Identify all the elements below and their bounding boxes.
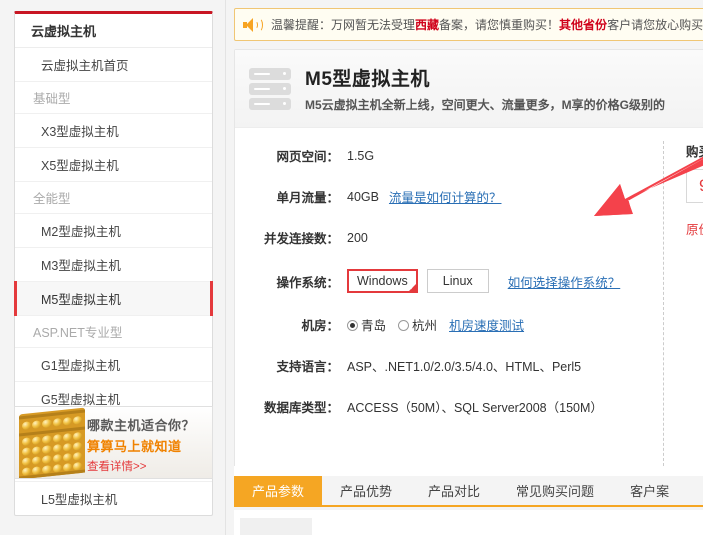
page-root: 云虚拟主机 云虚拟主机首页基础型X3型虚拟主机X5型虚拟主机全能型M2型虚拟主机… <box>0 0 703 535</box>
content-placeholder-chip <box>240 518 312 535</box>
notice-middle: 备案，请您慎重购买！ <box>439 18 559 32</box>
sidebar-group-label: ASP.NET专业型 <box>15 316 212 348</box>
sidebar-item-2[interactable]: X3型虚拟主机 <box>15 114 212 148</box>
room-speed-test-link[interactable]: 机房速度测试 <box>449 315 524 334</box>
os-label: 操作系统： <box>253 272 339 291</box>
os-option-linux[interactable]: Linux <box>427 269 489 293</box>
sidebar-title: 云虚拟主机 <box>15 14 212 48</box>
notice-suffix: 客户请您放心购买 <box>607 18 703 32</box>
price-value: 98 <box>699 176 703 196</box>
promo-text: 哪款主机适合你？ 算算马上就知道 查看详情>> <box>87 415 208 474</box>
tab-4[interactable]: 客户案 <box>612 476 687 505</box>
spec-label: 网页空间： <box>253 146 339 165</box>
sidebar-item-6[interactable]: M3型虚拟主机 <box>15 248 212 282</box>
spec-value: 1.5G <box>347 149 374 163</box>
spec-help-link[interactable]: 流量是如何计算的？ <box>389 187 502 206</box>
spec-label: 并发连接数： <box>253 228 339 247</box>
os-help-link[interactable]: 如何选择操作系统？ <box>508 272 621 291</box>
database-value: ACCESS（50M）、SQL Server2008（150M） <box>347 397 603 416</box>
notice-bar: 温馨提醒：万网暂无法受理西藏备案，请您慎重购买！其他省份客户请您放心购买 <box>234 8 703 41</box>
sidebar: 云虚拟主机 云虚拟主机首页基础型X3型虚拟主机X5型虚拟主机全能型M2型虚拟主机… <box>0 0 226 535</box>
promo-banner[interactable]: 哪款主机适合你？ 算算马上就知道 查看详情>> <box>14 406 213 479</box>
product-header: M5型虚拟主机 M5云虚拟主机全新上线，空间更大、流量更多，M享的价格G级别的 <box>235 50 703 128</box>
price-input[interactable]: 98 <box>686 169 703 203</box>
speaker-icon <box>243 18 261 32</box>
tab-3[interactable]: 常见购买问题 <box>498 476 612 505</box>
product-titles: M5型虚拟主机 M5云虚拟主机全新上线，空间更大、流量更多，M享的价格G级别的 <box>305 64 665 113</box>
server-icon <box>249 66 291 112</box>
tab-bar: 产品参数产品优势产品对比常见购买问题客户案 <box>234 476 703 507</box>
spec-value: 40GB <box>347 190 379 204</box>
sidebar-group-label: 全能型 <box>15 182 212 214</box>
spec-row: 单月流量： 40GB 流量是如何计算的？ <box>235 187 703 206</box>
purchase-price-label: 购买价 <box>686 141 703 160</box>
room-label: 机房： <box>253 315 339 334</box>
purchase-panel: 购买价 98 原价 <box>663 141 703 471</box>
sidebar-item-5[interactable]: M2型虚拟主机 <box>15 214 212 248</box>
abacus-icon <box>19 408 85 479</box>
product-subtitle: M5云虚拟主机全新上线，空间更大、流量更多，M享的价格G级别的 <box>305 96 665 113</box>
tab-0[interactable]: 产品参数 <box>234 476 322 505</box>
language-row: 支持语言： ASP、.NET1.0/2.0/3.5/4.0、HTML、Perl5 <box>235 356 703 375</box>
os-row: 操作系统： Windows ✓ Linux 如何选择操作系统？ <box>235 269 703 293</box>
room-option-hangzhou[interactable]: 杭州 <box>398 315 437 334</box>
promo-line-1: 哪款主机适合你？ <box>87 415 208 434</box>
notice-prefix: 温馨提醒：万网暂无法受理 <box>271 18 415 32</box>
product-card: M5型虚拟主机 M5云虚拟主机全新上线，空间更大、流量更多，M享的价格G级别的 … <box>234 49 703 469</box>
language-label: 支持语言： <box>253 356 339 375</box>
tab-1[interactable]: 产品优势 <box>322 476 410 505</box>
notice-text: 温馨提醒：万网暂无法受理西藏备案，请您慎重购买！其他省份客户请您放心购买 <box>271 16 703 33</box>
notice-highlight-tibet: 西藏 <box>415 18 439 32</box>
sidebar-item-3[interactable]: X5型虚拟主机 <box>15 148 212 182</box>
spec-label: 单月流量： <box>253 187 339 206</box>
sidebar-item-0[interactable]: 云虚拟主机首页 <box>15 48 212 82</box>
sidebar-group-label: 基础型 <box>15 82 212 114</box>
spec-row-list: 网页空间： 1.5G 单月流量： 40GB 流量是如何计算的？ 并发连接数： 200 <box>235 146 703 247</box>
language-value: ASP、.NET1.0/2.0/3.5/4.0、HTML、Perl5 <box>347 356 581 375</box>
radio-icon-hangzhou[interactable] <box>398 320 409 331</box>
product-specs: 网页空间： 1.5G 单月流量： 40GB 流量是如何计算的？ 并发连接数： 200 操作系… <box>235 128 703 448</box>
check-icon: ✓ <box>409 284 416 292</box>
database-label: 数据库类型： <box>253 397 339 416</box>
room-option-hangzhou-label: 杭州 <box>412 319 437 333</box>
original-price-label: 原价 <box>686 219 703 238</box>
os-option-windows-label: Windows <box>357 274 408 288</box>
sidebar-item-7[interactable]: M5型虚拟主机 <box>15 282 212 316</box>
sidebar-item-13[interactable]: L5型虚拟主机 <box>15 482 212 515</box>
promo-detail-link[interactable]: 查看详情>> <box>87 458 208 474</box>
room-option-qingdao[interactable]: 青岛 <box>347 315 386 334</box>
sidebar-item-9[interactable]: G1型虚拟主机 <box>15 348 212 382</box>
spec-row: 网页空间： 1.5G <box>235 146 703 165</box>
radio-icon-qingdao[interactable] <box>347 320 358 331</box>
tab-2[interactable]: 产品对比 <box>410 476 498 505</box>
os-option-windows[interactable]: Windows ✓ <box>347 269 418 293</box>
room-row: 机房： 青岛 杭州 机房速度测试 <box>235 315 703 334</box>
os-option-linux-label: Linux <box>443 274 473 288</box>
spec-value: 200 <box>347 231 368 245</box>
notice-highlight-provinces: 其他省份 <box>559 18 607 32</box>
spec-row: 并发连接数： 200 <box>235 228 703 247</box>
room-option-qingdao-label: 青岛 <box>361 319 386 333</box>
page-title: M5型虚拟主机 <box>305 64 665 91</box>
tabs-spacer <box>234 466 703 476</box>
promo-line-2: 算算马上就知道 <box>87 436 208 455</box>
main-content: 温馨提醒：万网暂无法受理西藏备案，请您慎重购买！其他省份客户请您放心购买 M5型… <box>226 0 703 535</box>
database-row: 数据库类型： ACCESS（50M）、SQL Server2008（150M） <box>235 397 703 416</box>
